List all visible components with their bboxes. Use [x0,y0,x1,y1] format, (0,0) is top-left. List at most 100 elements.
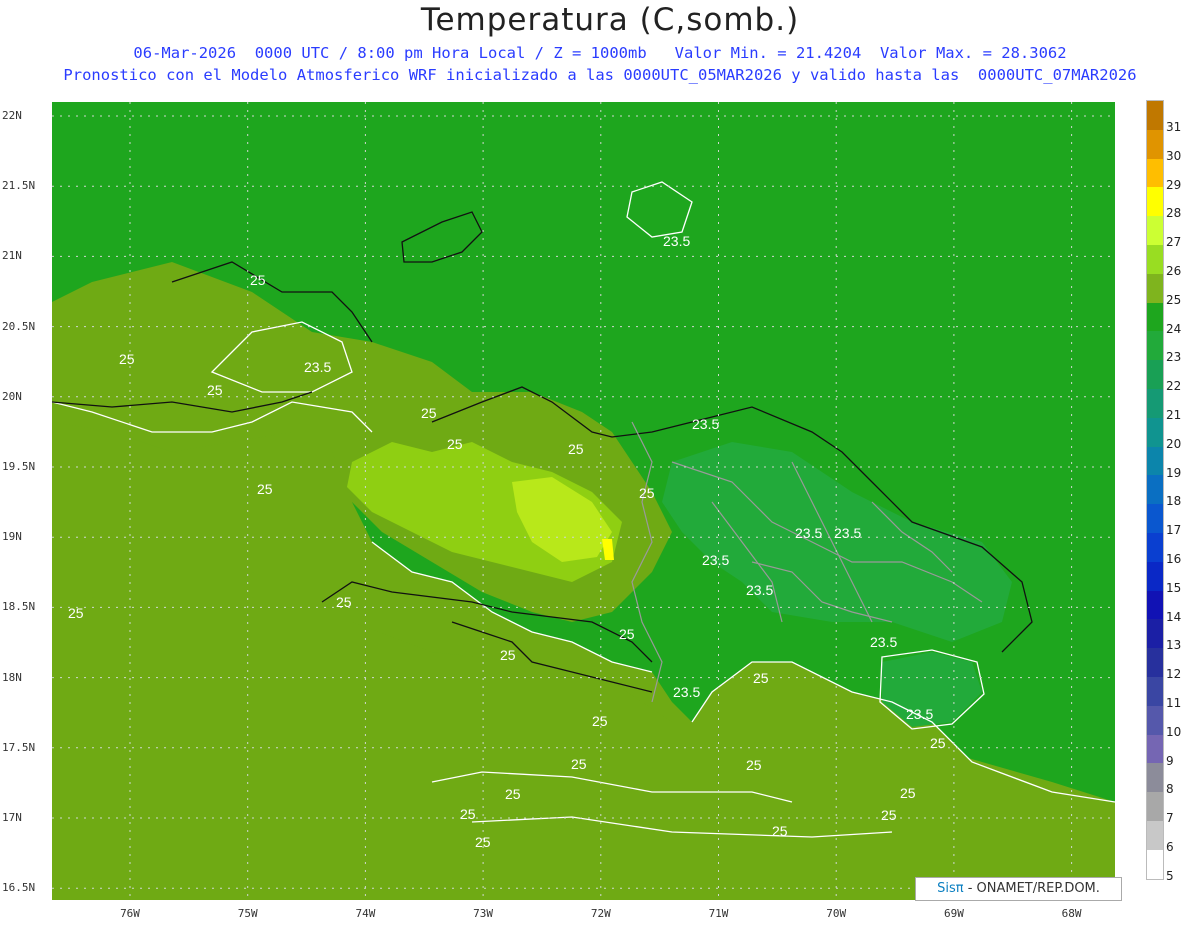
colorbar-label: 22 [1166,379,1182,394]
colorbar-label: 25 [1166,292,1182,307]
contour-label: 23.5 [702,552,729,568]
contour-label: 23.5 [304,359,331,375]
contour-label: 25 [881,807,897,823]
colorbar-label: 19 [1166,465,1182,480]
temperature-map: 252525252525 252525252525252525 2525252525… [52,102,1115,900]
longitude-label: 72W [590,907,611,920]
latitude-label: 19N [2,530,22,544]
colorbar-label: 16 [1166,552,1182,566]
colorbar-swatch [1147,648,1163,677]
latitude-label: 21.5N [2,179,36,193]
longitude-label: 74W [355,907,376,920]
map-subtitle-model-run: Pronostico con el Modelo Atmosferico WRF… [63,66,1137,84]
contour-label: 23.5 [673,684,700,700]
credit-text: - ONAMET/REP.DOM. [963,881,1100,896]
colorbar-swatch [1147,792,1163,821]
colorbar-label: 13 [1166,638,1182,653]
colorbar-swatch [1147,763,1163,793]
contour-label: 25 [772,823,788,839]
colorbar-label: 28 [1166,206,1182,221]
contour-label: 25 [900,785,916,801]
colorbar-label: 14 [1166,609,1182,624]
latitude-label: 22N [2,109,22,122]
colorbar-swatch [1147,446,1163,476]
colorbar-label: 9 [1166,753,1174,768]
longitude-label: 73W [473,907,494,920]
contour-label: 25 [619,626,635,642]
colorbar-swatch [1147,388,1163,418]
colorbar-label: 29 [1166,177,1182,192]
contour-label: 25 [336,594,352,610]
contour-label: 25 [460,806,476,822]
colorbar-label: 6 [1166,840,1174,854]
latitude-label: 18N [2,670,22,684]
colorbar-swatch [1147,273,1163,303]
contour-label: 25 [119,351,135,367]
colorbar-swatch [1147,619,1163,649]
colorbar-swatch [1147,158,1163,188]
contour-label: 25 [930,735,946,751]
colorbar-swatch [1147,216,1163,245]
contour-label: 23.5 [870,634,897,650]
colorbar-label: 26 [1166,264,1182,278]
colorbar-label: 23 [1166,350,1182,365]
colorbar-swatch [1147,849,1163,879]
contour-label: 25 [421,405,437,421]
longitude-label: 70W [826,907,847,920]
colorbar-label: 10 [1166,724,1182,739]
colorbar-label: 21 [1166,408,1182,422]
colorbar-label: 5 [1166,868,1174,883]
contour-label: 23.5 [795,525,822,541]
latitude-label: 17.5N [2,740,36,754]
latitude-label: 19.5N [2,460,36,473]
colorbar-swatch [1147,360,1163,389]
longitude-label: 75W [237,907,258,920]
colorbar-swatch [1147,532,1163,562]
map-title: Temperatura (C,somb.) [420,2,800,38]
contour-label: 25 [746,757,762,773]
colorbar-swatch [1147,331,1163,361]
contour-label: 23.5 [834,525,861,541]
colorbar-label: 24 [1166,321,1182,336]
colorbar-label: 30 [1166,148,1182,163]
colorbar-swatch [1147,504,1163,533]
credit-brand: Sisπ [937,881,964,896]
contour-label: 25 [250,272,266,288]
contour-label: 25 [505,786,521,802]
contour-label: 25 [257,481,273,497]
colorbar-swatch [1147,676,1163,706]
colorbar-swatch [1147,101,1163,130]
contour-label: 25 [753,670,769,686]
longitude-label: 76W [120,907,140,920]
colorbar [1146,100,1164,880]
colorbar-swatch [1147,561,1163,591]
contour-label: 25 [207,382,223,398]
colorbar-label: 18 [1166,494,1182,509]
latitude-label: 18.5N [2,600,36,614]
colorbar-swatch [1147,705,1163,735]
colorbar-swatch [1147,590,1163,620]
contour-label: 25 [568,441,584,457]
colorbar-label: 31 [1166,120,1182,134]
longitude-label: 69W [943,907,964,920]
contour-label: 25 [571,756,587,772]
map-subtitle-valid-time: 06-Mar-2026 0000 UTC / 8:00 pm Hora Loca… [133,44,1067,62]
colorbar-swatch [1147,475,1163,505]
colorbar-swatch [1147,187,1163,217]
colorbar-swatch [1147,417,1163,447]
contour-label: 23.5 [746,582,773,598]
credit-box: Sisπ - ONAMET/REP.DOM. [915,877,1122,901]
colorbar-swatch [1147,820,1163,850]
contour-label: 25 [639,485,655,501]
contour-label: 25 [592,713,608,729]
colorbar-label: 11 [1166,696,1182,710]
contour-label: 25 [68,605,84,621]
contour-label: 23.5 [663,233,690,249]
latitude-label: 16.5N [2,881,36,895]
longitude-label: 68W [1061,907,1082,920]
latitude-label: 20N [2,389,22,403]
contour-label: 25 [447,436,463,452]
colorbar-label: 27 [1166,235,1182,250]
contour-label: 25 [475,834,491,850]
colorbar-swatch [1147,302,1163,332]
